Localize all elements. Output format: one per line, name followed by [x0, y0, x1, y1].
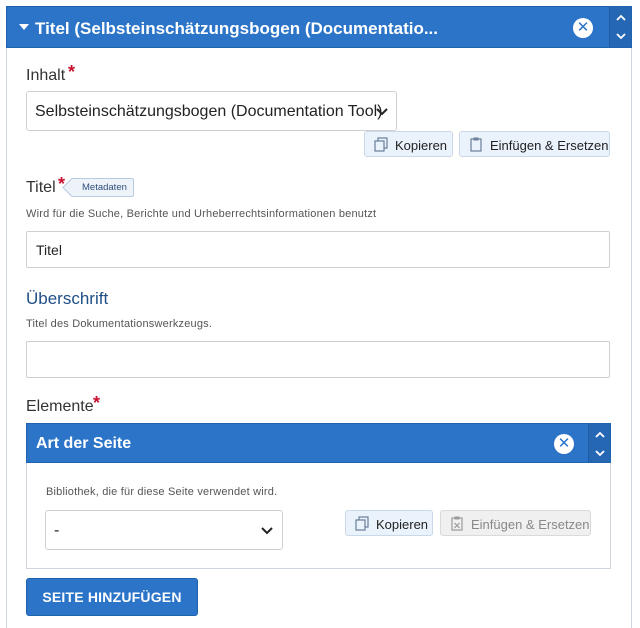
page-reorder-controls — [588, 424, 610, 462]
copy-icon — [374, 137, 388, 152]
main-panel-header[interactable]: Titel (Selbsteinschätzungsbogen (Documen… — [6, 6, 632, 48]
page-library-select-value: - — [54, 522, 60, 539]
remove-icon[interactable]: ✕ — [573, 18, 593, 38]
chevron-down-icon — [376, 108, 388, 116]
inhalt-select-value: Selbsteinschätzungsbogen (Documentation … — [35, 103, 383, 120]
paste-label: Einfügen & Ersetzen — [471, 517, 590, 532]
move-down-icon[interactable] — [595, 448, 605, 458]
metadata-badge: Metadaten — [71, 178, 134, 197]
reorder-controls — [609, 7, 631, 47]
elemente-label: Elemente — [26, 398, 94, 415]
add-page-button[interactable]: SEITE HINZUFÜGEN — [26, 578, 198, 616]
titel-description: Wird für die Suche, Berichte und Urheber… — [26, 208, 377, 220]
copy-label: Kopieren — [395, 138, 448, 153]
required-marker: * — [68, 62, 76, 82]
copy-label: Kopieren — [376, 517, 429, 532]
ueberschrift-input[interactable] — [26, 341, 610, 378]
ueberschrift-description: Titel des Dokumentationswerkzeugs. — [26, 318, 213, 330]
titel-input-value: Titel — [36, 242, 62, 258]
copy-icon — [355, 516, 369, 531]
inhalt-label: Inhalt — [26, 67, 66, 84]
move-up-icon[interactable] — [616, 13, 626, 23]
chevron-down-icon — [261, 527, 273, 535]
page-library-description: Bibliothek, die für diese Seite verwende… — [46, 486, 278, 498]
inhalt-copy-button[interactable]: Kopieren — [364, 131, 453, 157]
page-item-title: Art der Seite — [36, 435, 132, 452]
titel-label: Titel — [26, 179, 56, 196]
required-marker: * — [93, 393, 101, 413]
paste-label: Einfügen & Ersetzen — [490, 138, 609, 153]
paste-icon — [470, 137, 482, 152]
ueberschrift-label: Überschrift — [26, 289, 109, 308]
remove-page-icon[interactable]: ✕ — [554, 434, 574, 454]
move-down-icon[interactable] — [616, 31, 626, 41]
page-item-header[interactable]: Art der Seite ✕ — [26, 423, 611, 463]
page-paste-button[interactable]: Einfügen & Ersetzen — [440, 510, 591, 536]
paste-icon — [451, 516, 463, 531]
collapse-caret-icon[interactable] — [19, 24, 29, 30]
page-library-select[interactable]: - — [45, 510, 283, 550]
titel-input[interactable]: Titel — [26, 231, 610, 268]
page-copy-button[interactable]: Kopieren — [345, 510, 433, 536]
main-panel-title: Titel (Selbsteinschätzungsbogen (Documen… — [35, 19, 439, 38]
inhalt-paste-button[interactable]: Einfügen & Ersetzen — [459, 131, 610, 157]
inhalt-select[interactable]: Selbsteinschätzungsbogen (Documentation … — [26, 91, 397, 131]
move-up-icon[interactable] — [595, 430, 605, 440]
